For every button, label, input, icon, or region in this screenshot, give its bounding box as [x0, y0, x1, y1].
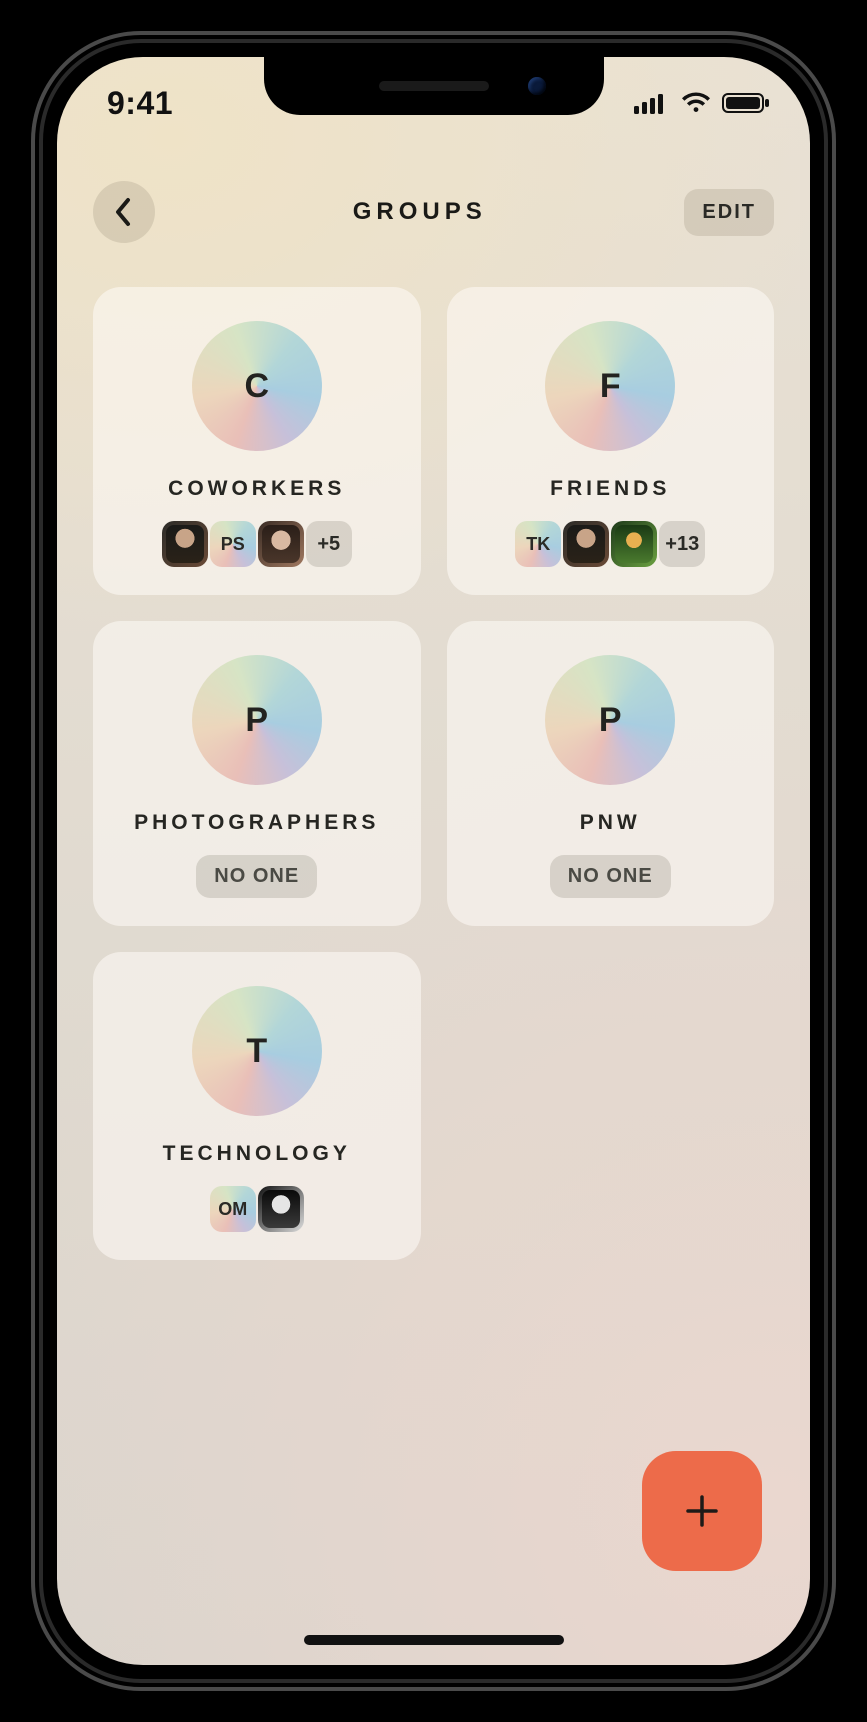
group-avatar: C — [192, 321, 322, 451]
battery-icon — [722, 92, 770, 114]
member-chips: TK +13 — [515, 521, 705, 567]
chevron-left-icon — [113, 197, 135, 227]
member-more-chip: +5 — [306, 521, 352, 567]
member-photo-chip — [563, 521, 609, 567]
group-card[interactable]: F FRIENDS TK +13 — [447, 287, 775, 595]
member-more-chip: +13 — [659, 521, 705, 567]
member-initials-chip: OM — [210, 1186, 256, 1232]
group-name: FRIENDS — [550, 477, 670, 501]
plus-icon — [682, 1491, 722, 1531]
member-chips: OM — [210, 1186, 304, 1232]
wifi-icon — [680, 92, 712, 114]
group-name: COWORKERS — [168, 477, 345, 501]
group-avatar: P — [192, 655, 322, 785]
group-name: TECHNOLOGY — [163, 1142, 351, 1166]
group-card[interactable]: T TECHNOLOGY OM — [93, 952, 421, 1260]
cellular-icon — [634, 92, 670, 114]
page-title: GROUPS — [353, 198, 487, 226]
groups-grid: C COWORKERS PS +5 F FRIENDS TK +13 P PHOTOGRAPHER… — [93, 287, 774, 1260]
member-initials-chip: TK — [515, 521, 561, 567]
back-button[interactable] — [93, 181, 155, 243]
no-one-label: NO ONE — [550, 855, 671, 898]
home-indicator — [304, 1635, 564, 1645]
status-icons — [634, 92, 770, 114]
screen: 9:41 GROUPS EDIT C COWORKERS PS +5 F FRIENDS T… — [57, 57, 810, 1665]
add-group-button[interactable] — [642, 1451, 762, 1571]
group-card[interactable]: C COWORKERS PS +5 — [93, 287, 421, 595]
group-name: PHOTOGRAPHERS — [134, 811, 379, 835]
group-card[interactable]: P PHOTOGRAPHERS NO ONE — [93, 621, 421, 926]
group-avatar: T — [192, 986, 322, 1116]
no-one-label: NO ONE — [196, 855, 317, 898]
phone-frame: 9:41 GROUPS EDIT C COWORKERS PS +5 F FRIENDS T… — [31, 31, 836, 1691]
member-photo-chip — [258, 521, 304, 567]
member-chips: PS +5 — [162, 521, 352, 567]
group-card[interactable]: P PNW NO ONE — [447, 621, 775, 926]
status-time: 9:41 — [107, 85, 173, 122]
member-photo-chip — [162, 521, 208, 567]
edit-button[interactable]: EDIT — [684, 189, 774, 236]
group-avatar: F — [545, 321, 675, 451]
member-initials-chip: PS — [210, 521, 256, 567]
group-name: PNW — [580, 811, 641, 835]
member-photo-chip — [258, 1186, 304, 1232]
notch — [264, 57, 604, 115]
header: GROUPS EDIT — [57, 177, 810, 247]
member-photo-chip — [611, 521, 657, 567]
group-avatar: P — [545, 655, 675, 785]
